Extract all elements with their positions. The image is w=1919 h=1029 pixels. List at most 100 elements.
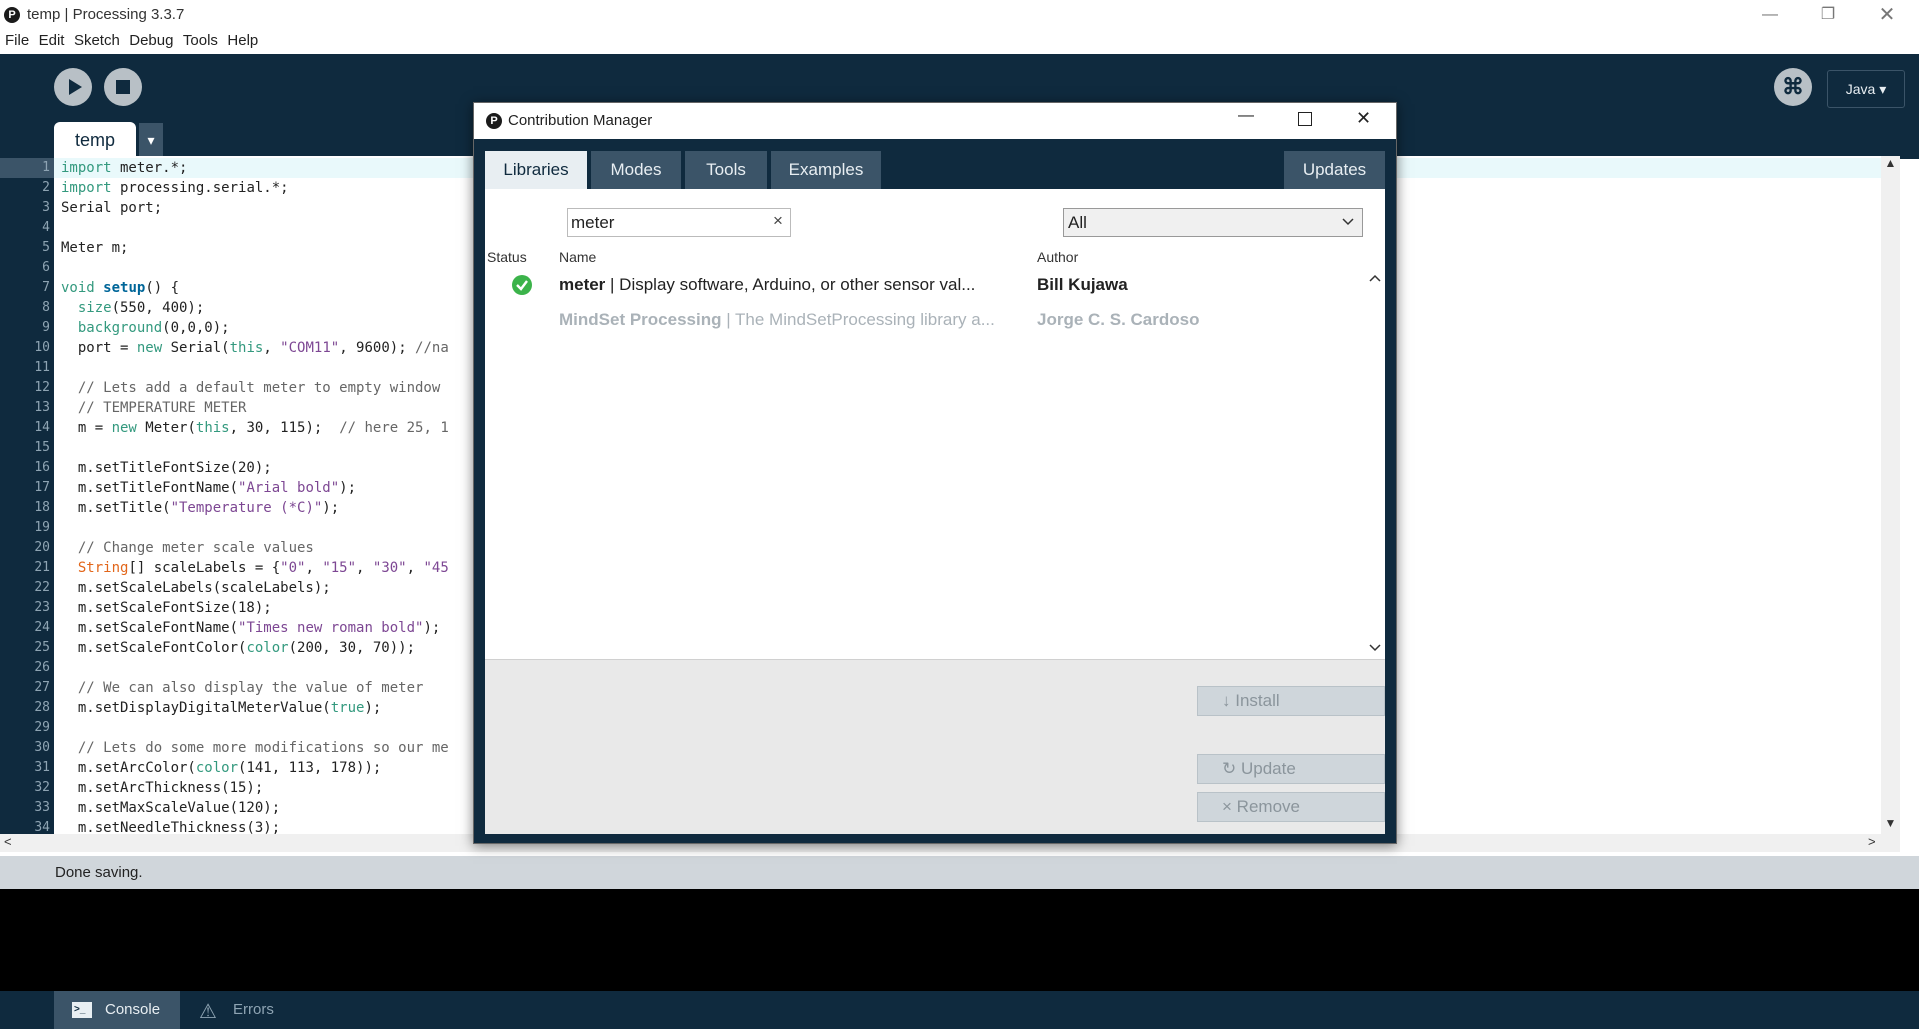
console-output[interactable] xyxy=(0,889,1919,991)
code-line[interactable]: m.setScaleFontColor(color(200, 30, 70)); xyxy=(61,640,415,656)
dialog-minimize-button[interactable]: — xyxy=(1238,107,1254,125)
library-author: Bill Kujawa xyxy=(1037,275,1128,294)
scroll-left-icon[interactable]: < xyxy=(4,834,12,849)
library-row-meter[interactable]: meter | Display software, Arduino, or ot… xyxy=(485,268,1365,302)
mode-selector[interactable]: Java ▾ xyxy=(1827,70,1905,108)
menu-file[interactable]: File xyxy=(5,32,29,49)
errors-tab[interactable]: ⚠ Errors xyxy=(183,991,293,1029)
scroll-down-icon[interactable]: ▼ xyxy=(1881,816,1900,834)
tab-updates[interactable]: Updates xyxy=(1284,151,1385,189)
menu-tools[interactable]: Tools xyxy=(183,32,218,49)
code-line[interactable]: port = new Serial(this, "COM11", 9600); … xyxy=(61,340,449,356)
code-line[interactable]: // Lets do some more modifications so ou… xyxy=(61,740,449,756)
processing-logo-icon: P xyxy=(4,7,20,23)
line-number: 12 xyxy=(34,380,50,395)
window-title: temp | Processing 3.3.7 xyxy=(27,6,185,23)
editor-vertical-scrollbar[interactable]: ▲ ▼ xyxy=(1881,156,1900,834)
code-line[interactable]: m.setScaleFontSize(18); xyxy=(61,600,272,616)
scroll-right-icon[interactable]: > xyxy=(1868,834,1876,849)
line-number: 8 xyxy=(42,300,50,315)
code-line[interactable]: m.setTitleFontSize(20); xyxy=(61,460,272,476)
search-input[interactable]: meter × xyxy=(567,208,791,237)
code-line[interactable]: String[] scaleLabels = {"0", "15", "30",… xyxy=(61,560,449,576)
line-number: 33 xyxy=(34,800,50,815)
code-line[interactable]: m.setArcThickness(15); xyxy=(61,780,263,796)
library-row-mindset[interactable]: MindSet Processing | The MindSetProcessi… xyxy=(485,303,1365,337)
console-tab[interactable]: >_ Console xyxy=(54,991,180,1029)
code-line[interactable]: m = new Meter(this, 30, 115); // here 25… xyxy=(61,420,449,436)
contribution-manager-dialog: P Contribution Manager — ✕ Libraries Mod… xyxy=(473,102,1397,844)
code-line[interactable]: void setup() { xyxy=(61,280,179,296)
code-line[interactable]: m.setArcColor(color(141, 113, 178)); xyxy=(61,760,381,776)
status-bar: Done saving. xyxy=(0,856,1919,889)
line-number: 27 xyxy=(34,680,50,695)
list-scrollbar[interactable] xyxy=(1365,267,1385,659)
line-number: 13 xyxy=(34,400,50,415)
minimize-button[interactable]: — xyxy=(1747,0,1793,30)
code-line[interactable]: import meter.*; xyxy=(61,160,187,176)
line-number: 1 xyxy=(42,160,50,175)
code-line[interactable]: // TEMPERATURE METER xyxy=(61,400,247,416)
run-button[interactable] xyxy=(54,68,92,106)
code-line[interactable]: m.setMaxScaleValue(120); xyxy=(61,800,280,816)
code-line[interactable]: size(550, 400); xyxy=(61,300,204,316)
code-line[interactable]: Meter m; xyxy=(61,240,128,256)
line-number: 15 xyxy=(34,440,50,455)
stop-icon xyxy=(116,80,130,94)
code-line[interactable]: m.setTitle("Temperature (*C)"); xyxy=(61,500,339,516)
console-tab-label: Console xyxy=(105,1001,161,1018)
tab-examples[interactable]: Examples xyxy=(771,151,881,189)
scroll-up-icon[interactable]: ▲ xyxy=(1881,156,1900,174)
code-line[interactable]: Serial port; xyxy=(61,200,162,216)
line-number: 3 xyxy=(42,200,50,215)
header-author: Author xyxy=(1037,249,1079,265)
menu-edit[interactable]: Edit xyxy=(39,32,65,49)
code-line[interactable]: m.setScaleLabels(scaleLabels); xyxy=(61,580,331,596)
code-line[interactable]: // Change meter scale values xyxy=(61,540,314,556)
tab-modes[interactable]: Modes xyxy=(591,151,681,189)
tab-tools[interactable]: Tools xyxy=(685,151,767,189)
code-line[interactable]: background(0,0,0); xyxy=(61,320,230,336)
clear-search-icon[interactable]: × xyxy=(773,211,783,231)
restore-button[interactable]: ❐ xyxy=(1805,0,1851,30)
line-number: 4 xyxy=(42,220,50,235)
code-line[interactable]: import processing.serial.*; xyxy=(61,180,289,196)
remove-button[interactable]: × Remove xyxy=(1197,792,1385,822)
warning-icon: ⚠ xyxy=(199,1001,217,1023)
scroll-up-icon[interactable] xyxy=(1369,273,1381,283)
line-number: 14 xyxy=(34,420,50,435)
tab-dropdown-button[interactable]: ▾ xyxy=(139,123,163,157)
dialog-maximize-button[interactable] xyxy=(1298,112,1312,126)
console-icon: >_ xyxy=(72,1002,92,1018)
menu-bar: File Edit Sketch Debug Tools Help xyxy=(0,30,1919,55)
chevron-down-icon xyxy=(1342,218,1354,226)
code-line[interactable]: // Lets add a default meter to empty win… xyxy=(61,380,440,396)
code-line[interactable]: m.setTitleFontName("Arial bold"); xyxy=(61,480,356,496)
dialog-close-button[interactable]: ✕ xyxy=(1356,108,1371,129)
code-line[interactable]: m.setScaleFontName("Times new roman bold… xyxy=(61,620,440,636)
menu-debug[interactable]: Debug xyxy=(129,32,173,49)
scroll-down-icon[interactable] xyxy=(1369,643,1381,653)
line-number: 24 xyxy=(34,620,50,635)
update-button[interactable]: ↻ Update xyxy=(1197,754,1385,784)
menu-help[interactable]: Help xyxy=(227,32,258,49)
category-filter-select[interactable]: All xyxy=(1063,208,1363,237)
libraries-panel: meter × All Status Name Author meter | D… xyxy=(485,189,1385,834)
line-number: 19 xyxy=(34,520,50,535)
install-button[interactable]: ↓ Install xyxy=(1197,686,1385,716)
code-line[interactable]: m.setNeedleThickness(3); xyxy=(61,820,280,834)
tab-libraries[interactable]: Libraries xyxy=(485,151,587,189)
menu-sketch[interactable]: Sketch xyxy=(74,32,120,49)
close-button[interactable]: ✕ xyxy=(1864,0,1910,30)
errors-tab-label: Errors xyxy=(233,1001,274,1018)
stop-button[interactable] xyxy=(104,68,142,106)
code-line[interactable]: // We can also display the value of mete… xyxy=(61,680,424,696)
debug-toggle-icon[interactable]: ⌘ xyxy=(1774,68,1812,106)
header-status: Status xyxy=(487,249,527,265)
installed-check-icon xyxy=(512,275,532,295)
code-line[interactable]: m.setDisplayDigitalMeterValue(true); xyxy=(61,700,381,716)
line-number: 22 xyxy=(34,580,50,595)
footer-tabs: >_ Console ⚠ Errors xyxy=(0,991,1919,1029)
category-filter-value: All xyxy=(1068,213,1087,232)
sketch-tab[interactable]: temp xyxy=(54,122,136,159)
